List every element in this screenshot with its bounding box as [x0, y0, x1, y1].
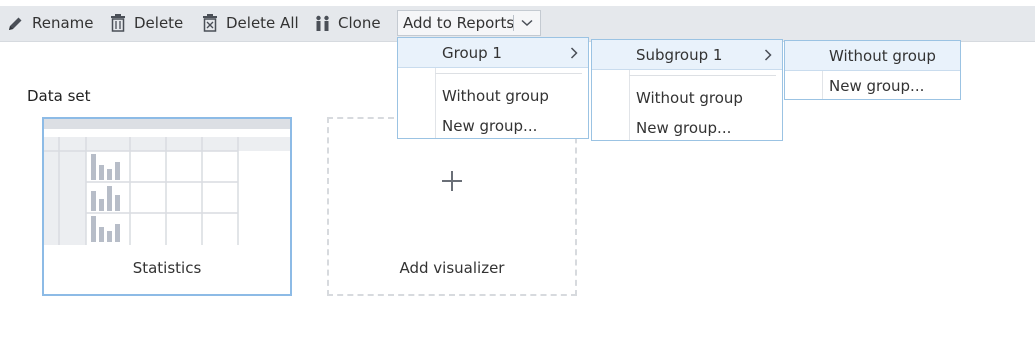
chevron-right-icon [570, 47, 578, 59]
delete-all-label: Delete All [226, 14, 299, 32]
clone-icon [316, 15, 329, 31]
delete-button[interactable]: Delete [110, 6, 183, 40]
menu-separator [435, 73, 582, 74]
chevron-down-icon[interactable] [514, 19, 540, 27]
menu-item-subgroup-1[interactable]: Subgroup 1 [592, 40, 782, 70]
subsubmenu-item-new-group[interactable]: New group... [785, 71, 960, 101]
clone-label: Clone [338, 14, 381, 32]
menu-item-without-group-label: Without group [442, 87, 549, 105]
submenu-item-without-group-label: Without group [636, 89, 743, 107]
menu-item-new-group[interactable]: New group... [398, 111, 588, 141]
plus-icon [442, 171, 462, 191]
statistics-card-label: Statistics [132, 259, 202, 277]
pencil-icon [9, 17, 22, 30]
rename-label: Rename [32, 14, 94, 32]
submenu-item-without-group[interactable]: Without group [592, 83, 782, 113]
trash-all-icon [203, 14, 217, 32]
menu-item-subgroup-1-label: Subgroup 1 [636, 45, 723, 64]
statistics-thumbnail [44, 119, 290, 245]
submenu-separator [629, 75, 776, 76]
menu-item-group-1-label: Group 1 [442, 43, 502, 62]
add-visualizer-label: Add visualizer [399, 259, 505, 277]
group-1-submenu: Subgroup 1 Without group New group... [591, 39, 783, 141]
clone-button[interactable]: Clone [315, 6, 381, 40]
trash-icon [111, 14, 125, 32]
subgroup-1-submenu: Without group New group... [784, 40, 961, 100]
chevron-right-icon [764, 49, 772, 61]
menu-item-group-1[interactable]: Group 1 [398, 38, 588, 68]
statistics-card[interactable]: Statistics [42, 117, 292, 296]
submenu-item-new-group[interactable]: New group... [592, 113, 782, 143]
menu-item-new-group-label: New group... [442, 117, 538, 135]
menu-item-without-group[interactable]: Without group [398, 81, 588, 111]
delete-all-button[interactable]: Delete All [202, 6, 299, 40]
section-title: Data set [27, 87, 91, 105]
add-to-reports-dropdown[interactable]: Add to Reports [397, 10, 541, 36]
add-visualizer-card[interactable]: Add visualizer [327, 117, 577, 296]
subsubmenu-item-without-group[interactable]: Without group [785, 41, 960, 71]
rename-button[interactable]: Rename [7, 6, 94, 40]
delete-label: Delete [134, 14, 184, 32]
subsubmenu-item-new-group-label: New group... [829, 77, 925, 95]
submenu-item-new-group-label: New group... [636, 119, 732, 137]
add-to-reports-label: Add to Reports [403, 14, 515, 32]
reports-menu: Group 1 Without group New group... [397, 37, 589, 139]
subsubmenu-item-without-group-label: Without group [829, 46, 936, 65]
